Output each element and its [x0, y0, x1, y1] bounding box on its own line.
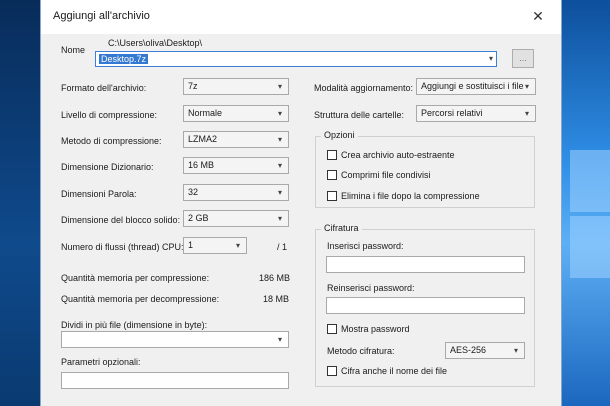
compression-method-value: LZMA2 — [188, 134, 218, 144]
encrypt-names-label: Cifra anche il nome dei file — [341, 366, 448, 376]
archive-name-value: Desktop.7z — [99, 54, 149, 64]
params-label: Parametri opzionali: — [61, 357, 141, 367]
memory-compression-value: 186 MB — [259, 273, 291, 283]
delete-after-label: Elimina i file dopo la compressione — [341, 191, 480, 201]
windows-logo-icon — [566, 150, 610, 280]
chevron-down-icon: ▾ — [524, 82, 529, 91]
close-icon[interactable]: ✕ — [529, 7, 547, 25]
desktop-background-left — [0, 0, 40, 406]
compression-method-select[interactable]: LZMA2 ▾ — [183, 131, 289, 148]
archive-format-label: Formato dell'archivio: — [61, 83, 147, 93]
shared-files-label: Comprimi file condivisi — [341, 170, 431, 180]
delete-after-checkbox[interactable] — [327, 191, 337, 201]
split-label: Dividi in più file (dimensione in byte): — [61, 320, 208, 330]
password-label: Inserisci password: — [327, 241, 404, 251]
archive-format-select[interactable]: 7z ▾ — [183, 78, 289, 95]
title-bar: Aggiungi all'archivio ✕ — [41, 0, 561, 34]
sfx-checkbox[interactable] — [327, 150, 337, 160]
encryption-method-value: AES-256 — [450, 345, 487, 355]
chevron-down-icon: ▾ — [277, 82, 282, 91]
chevron-down-icon: ▾ — [277, 335, 282, 344]
word-size-value: 32 — [188, 187, 199, 197]
repeat-password-input[interactable] — [326, 297, 525, 314]
threads-value: 1 — [188, 240, 194, 250]
window-title: Aggiungi all'archivio — [53, 10, 150, 22]
encryption-method-select[interactable]: AES-256 ▾ — [445, 342, 525, 359]
compression-level-label: Livello di compressione: — [61, 110, 158, 120]
path-mode-label: Struttura delle cartelle: — [314, 110, 405, 120]
chevron-down-icon: ▾ — [277, 188, 282, 197]
update-mode-select[interactable]: Aggiungi e sostituisci i file ▾ — [416, 78, 536, 95]
encrypt-names-checkbox[interactable] — [327, 366, 337, 376]
name-label: Nome — [61, 45, 86, 55]
solid-block-size-value: 2 GB — [188, 213, 209, 223]
archive-name-combo[interactable]: Desktop.7z ▾ — [95, 51, 497, 67]
dictionary-size-select[interactable]: 16 MB ▾ — [183, 157, 289, 174]
chevron-down-icon: ▾ — [235, 241, 240, 250]
params-input[interactable] — [61, 372, 289, 389]
show-password-label: Mostra password — [341, 324, 410, 334]
encryption-group-title: Cifratura — [321, 223, 362, 233]
memory-compression-label: Quantità memoria per compressione: — [61, 273, 210, 283]
options-group-title: Opzioni — [321, 130, 358, 140]
memory-decompression-value: 18 MB — [263, 294, 290, 304]
path-mode-value: Percorsi relativi — [421, 108, 483, 118]
chevron-down-icon: ▾ — [277, 214, 282, 223]
chevron-down-icon[interactable]: ▾ — [489, 52, 493, 66]
chevron-down-icon: ▾ — [277, 109, 282, 118]
split-size-combo[interactable]: ▾ — [61, 331, 289, 348]
sfx-label: Crea archivio auto-estraente — [341, 150, 455, 160]
repeat-password-label: Reinserisci password: — [327, 283, 415, 293]
shared-files-checkbox[interactable] — [327, 170, 337, 180]
compression-level-value: Normale — [188, 108, 223, 118]
password-input[interactable] — [326, 256, 525, 273]
solid-block-size-select[interactable]: 2 GB ▾ — [183, 210, 289, 227]
threads-select[interactable]: 1 ▾ — [183, 237, 247, 254]
word-size-select[interactable]: 32 ▾ — [183, 184, 289, 201]
compression-method-label: Metodo di compressione: — [61, 136, 162, 146]
chevron-down-icon: ▾ — [277, 135, 282, 144]
browse-button[interactable]: ... — [512, 49, 534, 68]
solid-block-size-label: Dimensione del blocco solido: — [61, 215, 181, 225]
chevron-down-icon: ▾ — [524, 109, 529, 118]
threads-total: / 1 — [277, 242, 288, 252]
update-mode-label: Modalità aggiornamento: — [314, 83, 414, 93]
chevron-down-icon: ▾ — [277, 161, 282, 170]
archive-path: C:\Users\oliva\Desktop\ — [108, 38, 203, 48]
chevron-down-icon: ▾ — [513, 346, 518, 355]
threads-label: Numero di flussi (thread) CPU: — [61, 242, 184, 252]
update-mode-value: Aggiungi e sostituisci i file — [421, 81, 524, 91]
archive-format-value: 7z — [188, 81, 198, 91]
encryption-method-label: Metodo cifratura: — [327, 346, 395, 356]
show-password-checkbox[interactable] — [327, 324, 337, 334]
compression-level-select[interactable]: Normale ▾ — [183, 105, 289, 122]
word-size-label: Dimensioni Parola: — [61, 189, 137, 199]
memory-decompression-label: Quantità memoria per decompressione: — [61, 294, 220, 304]
add-to-archive-dialog: Aggiungi all'archivio ✕ Nome C:\Users\ol… — [40, 0, 562, 406]
dictionary-size-label: Dimensione Dizionario: — [61, 162, 154, 172]
dictionary-size-value: 16 MB — [188, 160, 215, 170]
path-mode-select[interactable]: Percorsi relativi ▾ — [416, 105, 536, 122]
